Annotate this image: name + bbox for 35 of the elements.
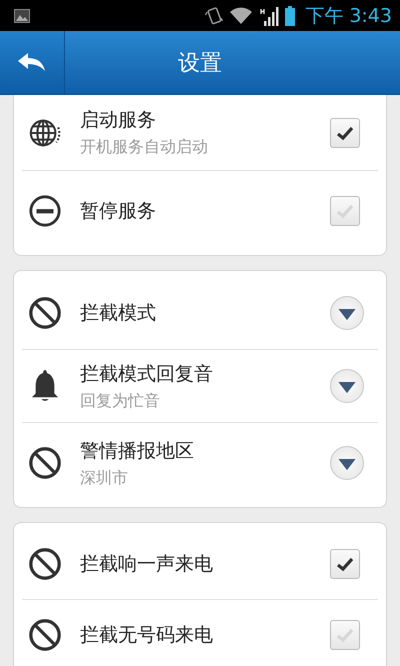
back-button[interactable] bbox=[0, 31, 65, 94]
triangle-down-icon bbox=[338, 458, 356, 470]
back-arrow-icon bbox=[18, 52, 46, 72]
setting-summary: 开机服务自动启动 bbox=[80, 137, 209, 158]
checkbox[interactable] bbox=[330, 620, 360, 650]
screen-title: 设置 bbox=[177, 50, 223, 78]
setting-title: 暂停服务 bbox=[80, 199, 157, 224]
vibrate-icon bbox=[205, 6, 224, 26]
checkbox[interactable] bbox=[330, 549, 360, 579]
setting-title: 拦截响一声来电 bbox=[80, 552, 214, 577]
checkbox[interactable] bbox=[330, 196, 360, 226]
setting-title: 警情播报地区 bbox=[80, 438, 195, 464]
dropdown-button[interactable] bbox=[330, 369, 364, 403]
minus-circle-icon bbox=[28, 194, 62, 228]
setting-title: 拦截无号码来电 bbox=[80, 623, 214, 648]
signal-icon bbox=[259, 6, 280, 26]
dropdown-button[interactable] bbox=[330, 446, 364, 480]
setting-summary: 回复为忙音 bbox=[80, 390, 161, 412]
prohibited-icon bbox=[28, 618, 62, 652]
setting-summary: 深圳市 bbox=[80, 468, 129, 488]
triangle-down-icon bbox=[338, 308, 356, 320]
bell-icon bbox=[31, 369, 59, 403]
triangle-down-icon bbox=[338, 382, 356, 394]
prohibited-icon bbox=[28, 547, 62, 581]
setting-title: 拦截模式 bbox=[80, 301, 157, 326]
wifi-icon bbox=[229, 6, 254, 24]
setting-title: 拦截模式回复音 bbox=[80, 362, 214, 386]
dropdown-button[interactable] bbox=[330, 296, 364, 330]
setting-title: 启动服务 bbox=[80, 108, 157, 133]
prohibited-icon bbox=[28, 446, 62, 480]
prohibited-icon bbox=[28, 296, 62, 330]
picture-notification-icon bbox=[14, 8, 30, 22]
battery-icon bbox=[285, 6, 296, 26]
checkbox[interactable] bbox=[330, 118, 360, 148]
status-time: 下午 3:43 bbox=[305, 4, 392, 28]
